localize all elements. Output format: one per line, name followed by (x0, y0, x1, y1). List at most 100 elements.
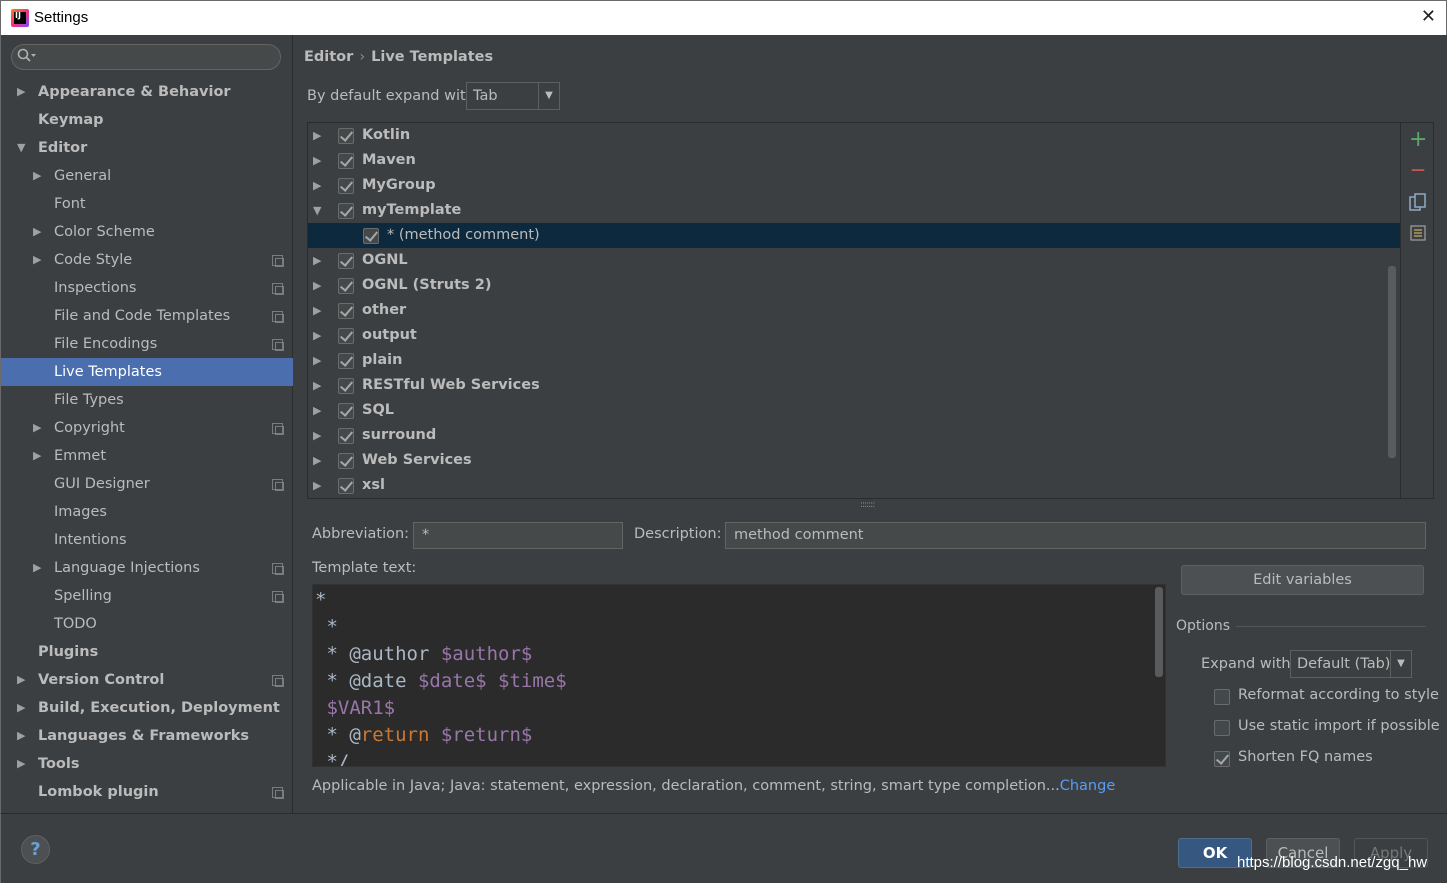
collapsed-arrow-icon[interactable]: ▶ (33, 554, 41, 582)
collapsed-arrow-icon[interactable]: ▶ (313, 173, 321, 198)
help-button[interactable]: ? (21, 835, 50, 864)
template-group[interactable]: ▶ MyGroup (308, 173, 1400, 198)
template-checkbox[interactable] (338, 203, 354, 219)
template-text-editor[interactable]: * * * @author $author$ * @date $date$ $t… (312, 584, 1166, 767)
sidebar-item-keymap[interactable]: Keymap (1, 106, 293, 134)
sidebar-item-version-control[interactable]: ▶ Version Control (1, 666, 293, 694)
collapsed-arrow-icon[interactable]: ▶ (33, 442, 41, 470)
sidebar-item-build-execution-deployment[interactable]: ▶ Build, Execution, Deployment (1, 694, 293, 722)
close-icon[interactable]: ✕ (1421, 6, 1436, 27)
templates-tree[interactable]: ▶ Kotlin ▶ Maven ▶ MyGroup ▼ myTemplate * (metho… (308, 123, 1400, 498)
static-import-checkbox[interactable] (1214, 720, 1230, 736)
search-input[interactable] (11, 44, 281, 70)
collapsed-arrow-icon[interactable]: ▶ (33, 246, 41, 274)
sidebar-item-color-scheme[interactable]: ▶ Color Scheme (1, 218, 293, 246)
template-group[interactable]: ▶ output (308, 323, 1400, 348)
template-checkbox[interactable] (338, 253, 354, 269)
collapsed-arrow-icon[interactable]: ▶ (313, 423, 321, 448)
editor-scrollbar[interactable] (1155, 587, 1163, 677)
template-checkbox[interactable] (338, 128, 354, 144)
expanded-arrow-icon[interactable]: ▼ (17, 134, 25, 162)
template-checkbox[interactable] (338, 178, 354, 194)
description-input[interactable]: method comment (725, 522, 1426, 549)
sidebar-item-file-encodings[interactable]: File Encodings (1, 330, 293, 358)
template-checkbox[interactable] (338, 478, 354, 494)
sidebar-item-editor[interactable]: ▼ Editor (1, 134, 293, 162)
sidebar-item-language-injections[interactable]: ▶ Language Injections (1, 554, 293, 582)
template-group[interactable]: ▶ RESTful Web Services (308, 373, 1400, 398)
sidebar-item-todo[interactable]: TODO (1, 610, 293, 638)
sidebar-item-intentions[interactable]: Intentions (1, 526, 293, 554)
reformat-checkbox[interactable] (1214, 689, 1230, 705)
sidebar-item-live-templates[interactable]: Live Templates (1, 358, 293, 386)
sidebar-item-file-types[interactable]: File Types (1, 386, 293, 414)
sidebar-item-inspections[interactable]: Inspections (1, 274, 293, 302)
collapsed-arrow-icon[interactable]: ▶ (313, 398, 321, 423)
collapsed-arrow-icon[interactable]: ▶ (17, 722, 25, 750)
collapsed-arrow-icon[interactable]: ▶ (313, 373, 321, 398)
expanded-arrow-icon[interactable]: ▼ (313, 198, 321, 223)
collapsed-arrow-icon[interactable]: ▶ (33, 414, 41, 442)
sidebar-item-plugins[interactable]: Plugins (1, 638, 293, 666)
sidebar-item-lombok-plugin[interactable]: Lombok plugin (1, 778, 293, 806)
add-icon[interactable]: + (1409, 129, 1427, 151)
template-item[interactable]: * (method comment) (308, 223, 1400, 248)
template-group[interactable]: ▶ OGNL (Struts 2) (308, 273, 1400, 298)
template-group[interactable]: ▶ Kotlin (308, 123, 1400, 148)
sidebar-item-emmet[interactable]: ▶ Emmet (1, 442, 293, 470)
template-group[interactable]: ▶ other (308, 298, 1400, 323)
remove-icon[interactable]: — (1409, 161, 1427, 179)
shorten-fq-checkbox[interactable] (1214, 751, 1230, 767)
change-contexts-link[interactable]: Change (1060, 778, 1116, 794)
abbreviation-input[interactable]: * (413, 522, 623, 549)
edit-variables-button[interactable]: Edit variables (1181, 565, 1424, 595)
template-checkbox[interactable] (338, 428, 354, 444)
collapsed-arrow-icon[interactable]: ▶ (313, 248, 321, 273)
collapsed-arrow-icon[interactable]: ▶ (17, 78, 25, 106)
splitter-handle[interactable]: ::::::: (860, 500, 875, 510)
sidebar-item-general[interactable]: ▶ General (1, 162, 293, 190)
template-group[interactable]: ▶ xsl (308, 473, 1400, 498)
template-group[interactable]: ▶ Web Services (308, 448, 1400, 473)
template-checkbox[interactable] (338, 453, 354, 469)
sidebar-item-images[interactable]: Images (1, 498, 293, 526)
collapsed-arrow-icon[interactable]: ▶ (313, 448, 321, 473)
collapsed-arrow-icon[interactable]: ▶ (313, 323, 321, 348)
default-expand-select[interactable]: Tab ▼ (466, 82, 560, 110)
template-checkbox[interactable] (338, 403, 354, 419)
template-checkbox[interactable] (338, 378, 354, 394)
collapsed-arrow-icon[interactable]: ▶ (313, 298, 321, 323)
template-checkbox[interactable] (338, 278, 354, 294)
expand-with-select[interactable]: Default (Tab) ▼ (1290, 650, 1412, 678)
sidebar-item-appearance-behavior[interactable]: ▶ Appearance & Behavior (1, 78, 293, 106)
sidebar-item-tools[interactable]: ▶ Tools (1, 750, 293, 778)
collapsed-arrow-icon[interactable]: ▶ (313, 148, 321, 173)
collapsed-arrow-icon[interactable]: ▶ (33, 218, 41, 246)
collapsed-arrow-icon[interactable]: ▶ (313, 123, 321, 148)
template-checkbox[interactable] (338, 353, 354, 369)
template-checkbox[interactable] (363, 228, 379, 244)
template-checkbox[interactable] (338, 153, 354, 169)
template-group[interactable]: ▶ surround (308, 423, 1400, 448)
sidebar-item-languages-frameworks[interactable]: ▶ Languages & Frameworks (1, 722, 293, 750)
collapsed-arrow-icon[interactable]: ▶ (17, 694, 25, 722)
copy-icon[interactable] (1409, 193, 1427, 211)
collapsed-arrow-icon[interactable]: ▶ (313, 273, 321, 298)
breadcrumb-parent[interactable]: Editor (304, 49, 353, 65)
sidebar-item-spelling[interactable]: Spelling (1, 582, 293, 610)
template-group[interactable]: ▶ plain (308, 348, 1400, 373)
template-group[interactable]: ▶ SQL (308, 398, 1400, 423)
template-checkbox[interactable] (338, 328, 354, 344)
collapsed-arrow-icon[interactable]: ▶ (17, 666, 25, 694)
template-checkbox[interactable] (338, 303, 354, 319)
templates-scrollbar[interactable] (1388, 266, 1396, 458)
sidebar-item-gui-designer[interactable]: GUI Designer (1, 470, 293, 498)
collapsed-arrow-icon[interactable]: ▶ (313, 348, 321, 373)
page-icon[interactable] (1409, 225, 1427, 243)
collapsed-arrow-icon[interactable]: ▶ (33, 162, 41, 190)
template-group[interactable]: ▶ Maven (308, 148, 1400, 173)
collapsed-arrow-icon[interactable]: ▶ (17, 750, 25, 778)
sidebar-item-font[interactable]: Font (1, 190, 293, 218)
sidebar-item-code-style[interactable]: ▶ Code Style (1, 246, 293, 274)
sidebar-item-file-and-code-templates[interactable]: File and Code Templates (1, 302, 293, 330)
